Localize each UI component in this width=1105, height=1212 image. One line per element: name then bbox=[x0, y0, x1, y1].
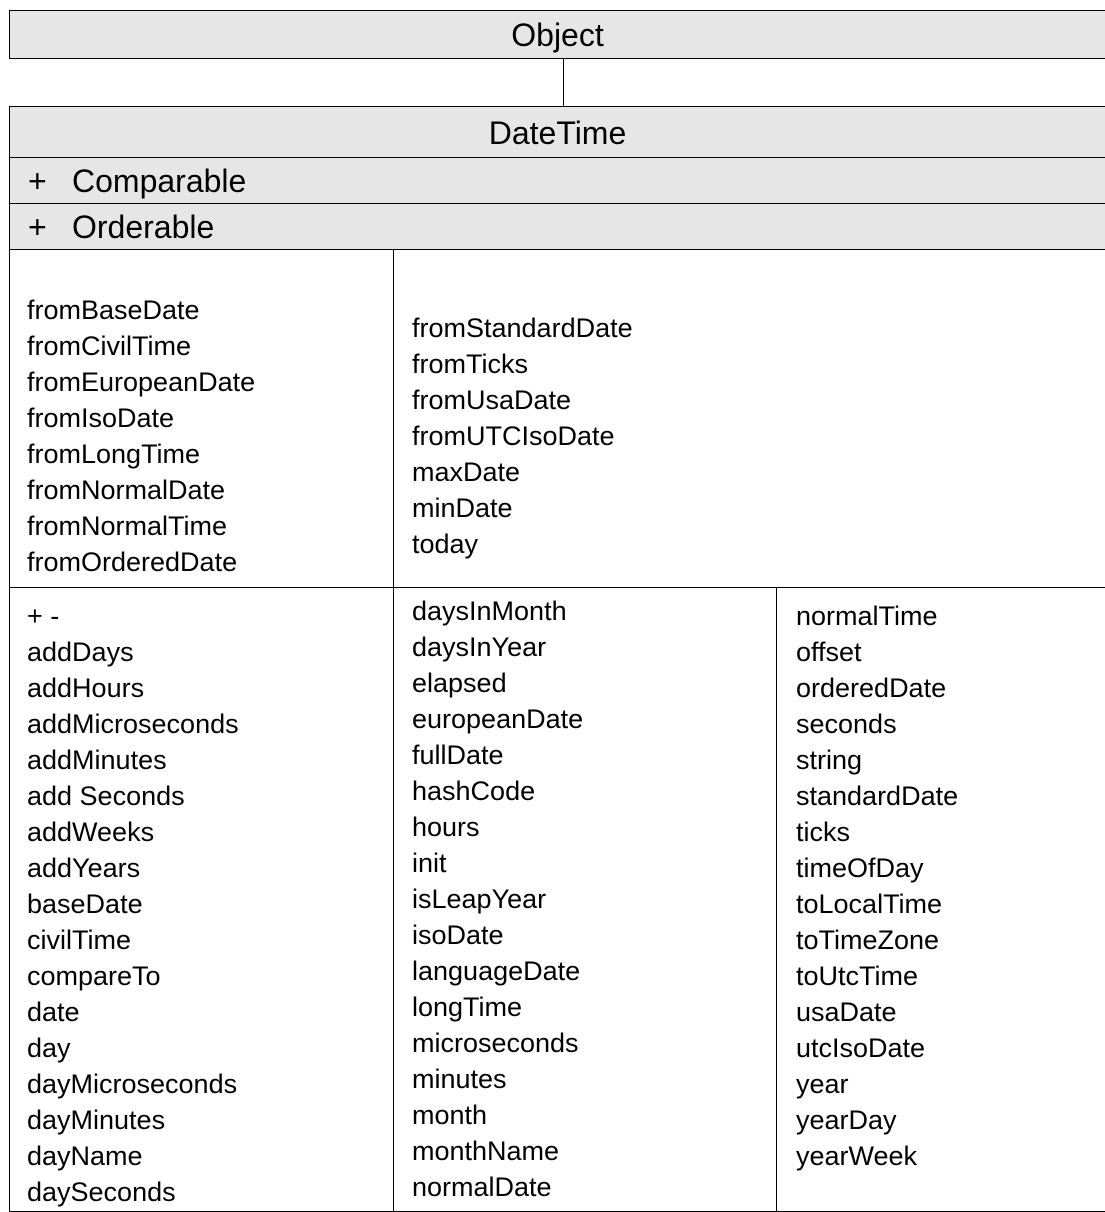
interface-row-orderable: + Orderable bbox=[9, 203, 1105, 250]
member-item: civilTime bbox=[27, 925, 131, 955]
member-item: fromNormalDate bbox=[27, 475, 226, 505]
interface-prefix: + bbox=[28, 163, 47, 199]
member-item: year bbox=[796, 1069, 849, 1099]
member-item: addMicroseconds bbox=[27, 709, 239, 739]
member-item: longTime bbox=[412, 992, 523, 1022]
member-item: dayMicroseconds bbox=[27, 1069, 238, 1099]
member-item: fromUTCIsoDate bbox=[412, 421, 615, 451]
class-members-column-2: fromStandardDate fromTicks fromUsaDate from… bbox=[412, 310, 633, 562]
member-item: month bbox=[412, 1100, 488, 1130]
column-divider bbox=[776, 588, 777, 1211]
member-item: fromLongTime bbox=[27, 439, 201, 469]
member-item: fromCivilTime bbox=[27, 331, 191, 361]
member-item: maxDate bbox=[412, 457, 521, 487]
interface-prefix: + bbox=[28, 209, 47, 245]
member-item: yearDay bbox=[796, 1105, 897, 1135]
member-item: isLeapYear bbox=[412, 884, 547, 914]
member-item: hashCode bbox=[412, 776, 536, 806]
member-item: toUtcTime bbox=[796, 961, 919, 991]
member-item: + - bbox=[27, 601, 60, 631]
member-item: daysInYear bbox=[412, 632, 547, 662]
member-item: offset bbox=[796, 637, 862, 667]
member-item: seconds bbox=[796, 709, 897, 739]
member-item: standardDate bbox=[796, 781, 959, 811]
member-item: baseDate bbox=[27, 889, 143, 919]
member-item: languageDate bbox=[412, 956, 581, 986]
member-item: minDate bbox=[412, 493, 513, 523]
interface-name: Comparable bbox=[72, 163, 247, 199]
member-item: fromUsaDate bbox=[412, 385, 572, 415]
member-item: fromTicks bbox=[412, 349, 528, 379]
member-item: toLocalTime bbox=[796, 889, 943, 919]
class-header: DateTime bbox=[9, 106, 1105, 158]
instance-members-column-2: daysInMonth daysInYear elapsed europeanDate… bbox=[412, 593, 583, 1205]
member-item: addDays bbox=[27, 637, 134, 667]
member-item: fromNormalTime bbox=[27, 511, 228, 541]
member-item: yearWeek bbox=[796, 1141, 918, 1171]
class-members-column-1: fromBaseDate fromCivilTime fromEuropeanDat… bbox=[27, 292, 255, 580]
member-item: addWeeks bbox=[27, 817, 155, 847]
interface-name: Orderable bbox=[72, 209, 215, 245]
superclass-box: Object bbox=[9, 10, 1105, 59]
class-name: DateTime bbox=[488, 115, 627, 151]
member-item: elapsed bbox=[412, 668, 507, 698]
member-item: timeOfDay bbox=[796, 853, 924, 883]
member-item: fromBaseDate bbox=[27, 295, 200, 325]
member-item: fromStandardDate bbox=[412, 313, 633, 343]
member-item: dayName bbox=[27, 1141, 143, 1171]
column-divider bbox=[393, 588, 394, 1211]
inheritance-connector bbox=[563, 59, 564, 107]
member-item: addMinutes bbox=[27, 745, 167, 775]
instance-members-section: + - addDays addHours addMicroseconds addMinu… bbox=[9, 587, 1105, 1212]
member-item: fromOrderedDate bbox=[27, 547, 238, 577]
member-item: fullDate bbox=[412, 740, 504, 770]
member-item: date bbox=[27, 997, 80, 1027]
member-item: init bbox=[412, 848, 447, 878]
member-item: toTimeZone bbox=[796, 925, 940, 955]
member-item: orderedDate bbox=[796, 673, 947, 703]
member-item: compareTo bbox=[27, 961, 161, 991]
member-item: ticks bbox=[796, 817, 850, 847]
member-item: usaDate bbox=[796, 997, 897, 1027]
member-item: today bbox=[412, 529, 479, 559]
member-item: fromEuropeanDate bbox=[27, 367, 256, 397]
member-item: microseconds bbox=[412, 1028, 579, 1058]
member-item: isoDate bbox=[412, 920, 504, 950]
column-divider bbox=[393, 250, 394, 587]
member-item: fromIsoDate bbox=[27, 403, 175, 433]
class-members-section: fromBaseDate fromCivilTime fromEuropeanDat… bbox=[9, 249, 1105, 588]
member-item: normalDate bbox=[412, 1172, 552, 1202]
member-item: string bbox=[796, 745, 863, 775]
member-item: add Seconds bbox=[27, 781, 185, 811]
member-item: monthName bbox=[412, 1136, 560, 1166]
member-item: addYears bbox=[27, 853, 141, 883]
member-item: utcIsoDate bbox=[796, 1033, 926, 1063]
member-item: hours bbox=[412, 812, 480, 842]
member-item: dayMinutes bbox=[27, 1105, 166, 1135]
member-item: minutes bbox=[412, 1064, 507, 1094]
member-item: addHours bbox=[27, 673, 145, 703]
instance-members-column-1: + - addDays addHours addMicroseconds addMinu… bbox=[27, 598, 239, 1210]
member-item: day bbox=[27, 1033, 71, 1063]
member-item: europeanDate bbox=[412, 704, 584, 734]
member-item: normalTime bbox=[796, 601, 938, 631]
interface-row-comparable: + Comparable bbox=[9, 157, 1105, 204]
instance-members-column-3: normalTime offset orderedDate seconds string… bbox=[796, 598, 958, 1174]
member-item: daysInMonth bbox=[412, 596, 567, 626]
superclass-name: Object bbox=[511, 17, 604, 53]
